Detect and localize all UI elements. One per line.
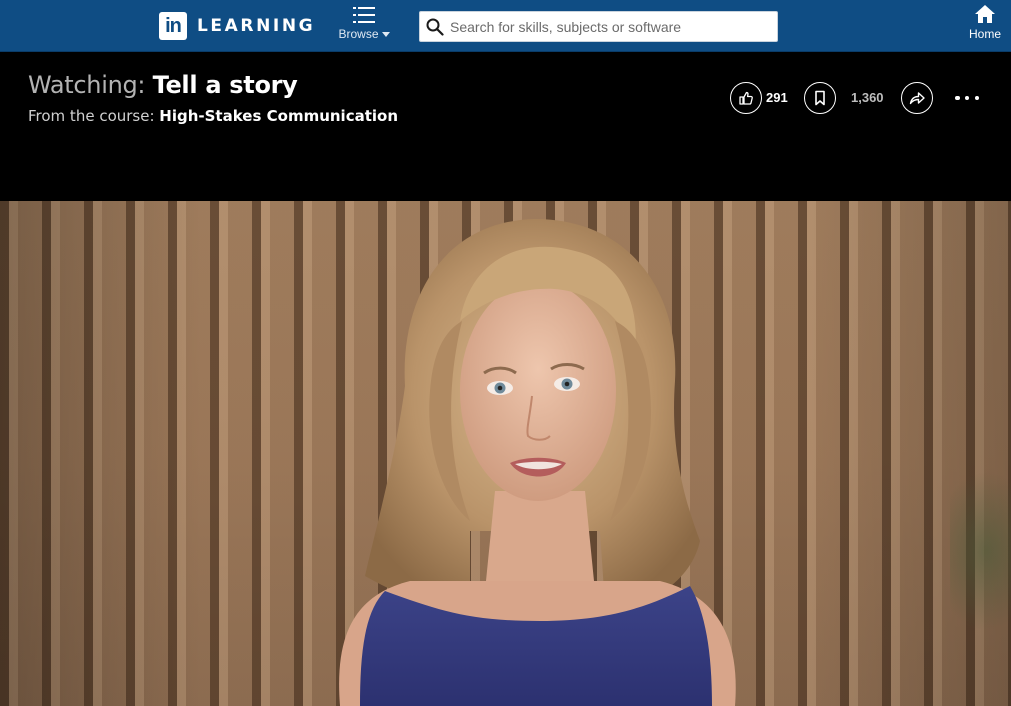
learning-wordmark: LEARNING <box>197 16 316 36</box>
browse-menu-button[interactable]: Browse <box>336 6 392 48</box>
bookmark-icon <box>815 90 825 106</box>
like-count: 291 <box>766 90 788 105</box>
like-button[interactable] <box>730 82 762 114</box>
search-icon[interactable] <box>420 12 450 41</box>
more-icon <box>955 95 960 101</box>
list-menu-icon <box>353 7 375 23</box>
video-actions: 291 1,360 <box>0 82 1011 116</box>
linkedin-learning-logo[interactable]: in LEARNING <box>159 12 315 40</box>
save-button[interactable] <box>804 82 836 114</box>
top-nav-bar: in LEARNING Browse Home <box>0 0 1011 52</box>
video-player[interactable] <box>0 201 1011 706</box>
home-icon <box>975 5 995 23</box>
home-label: Home <box>968 27 1001 41</box>
browse-label: Browse <box>338 27 379 41</box>
search-input[interactable] <box>450 12 777 41</box>
caret-down-icon <box>381 31 390 37</box>
home-button[interactable]: Home <box>962 4 1008 48</box>
video-header: Watching: Tell a story From the course: … <box>0 53 1011 201</box>
save-count: 1,360 <box>851 90 884 105</box>
more-options-button[interactable] <box>955 90 979 106</box>
share-icon <box>909 92 925 105</box>
linkedin-logo-mark: in <box>159 12 187 40</box>
share-button[interactable] <box>901 82 933 114</box>
like-icon <box>739 91 753 105</box>
search-box <box>419 11 778 42</box>
video-frame-presenter <box>339 219 736 706</box>
